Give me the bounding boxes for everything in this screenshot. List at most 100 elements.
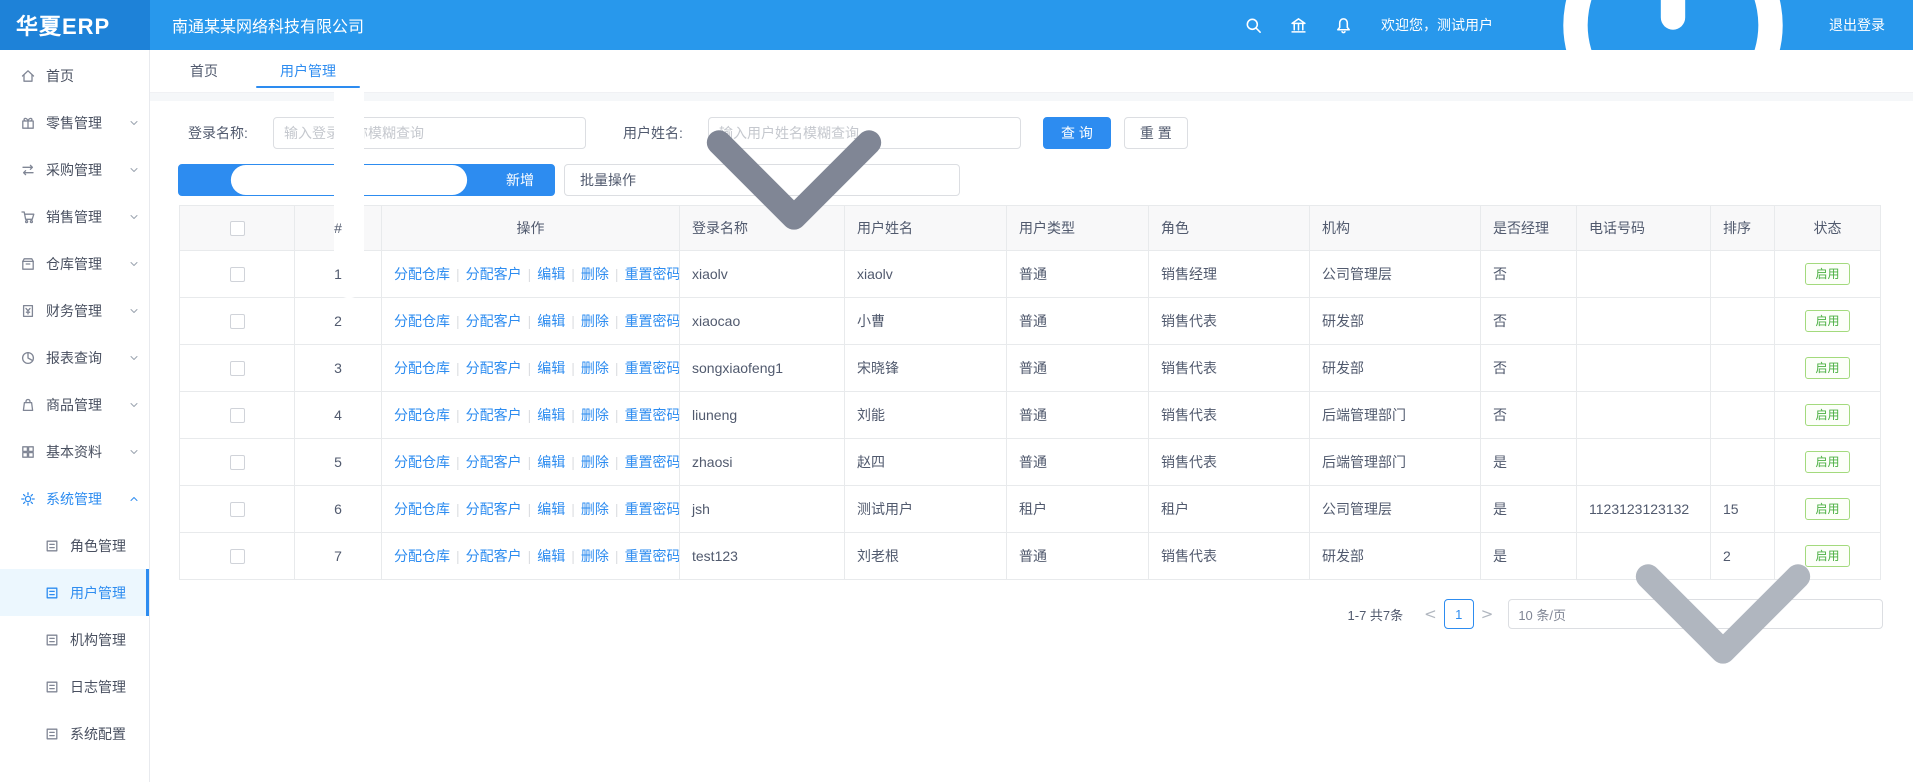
sidebar-item-label: 日志管理	[70, 677, 126, 697]
action-link-分配客户[interactable]: 分配客户	[466, 313, 522, 329]
cell-user-type: 租户	[1007, 486, 1149, 533]
row-checkbox[interactable]	[230, 455, 245, 470]
row-checkbox[interactable]	[230, 314, 245, 329]
action-link-重置密码[interactable]: 重置密码	[625, 501, 680, 517]
action-link-编辑[interactable]: 编辑	[537, 313, 565, 329]
action-link-分配仓库[interactable]: 分配仓库	[394, 548, 450, 564]
action-link-分配客户[interactable]: 分配客户	[466, 407, 522, 423]
action-link-重置密码[interactable]: 重置密码	[625, 360, 680, 376]
next-page-button[interactable]: >	[1474, 605, 1501, 623]
sidebar-item-label: 系统配置	[70, 724, 126, 744]
action-link-分配仓库[interactable]: 分配仓库	[394, 360, 450, 376]
sidebar-item-purchase[interactable]: 采购管理	[0, 146, 149, 193]
action-link-分配客户[interactable]: 分配客户	[466, 548, 522, 564]
action-link-分配客户[interactable]: 分配客户	[466, 360, 522, 376]
query-button[interactable]: 查 询	[1043, 117, 1111, 149]
cell-organization: 公司管理层	[1310, 486, 1481, 533]
row-checkbox[interactable]	[230, 361, 245, 376]
action-link-删除[interactable]: 删除	[581, 548, 609, 564]
select-all-checkbox[interactable]	[230, 221, 245, 236]
tab-home[interactable]: 首页	[182, 50, 226, 93]
sidebar-item-label: 仓库管理	[46, 254, 102, 274]
action-link-删除[interactable]: 删除	[581, 313, 609, 329]
row-actions: 分配仓库|分配客户|编辑|删除|重置密码	[382, 533, 680, 580]
sidebar-item-system[interactable]: 系统管理	[0, 475, 149, 522]
action-link-重置密码[interactable]: 重置密码	[625, 266, 680, 282]
sidebar-item-warehouse[interactable]: 仓库管理	[0, 240, 149, 287]
bell-icon[interactable]	[1334, 16, 1353, 35]
action-link-分配仓库[interactable]: 分配仓库	[394, 407, 450, 423]
cell-user-name: 测试用户	[845, 486, 1007, 533]
batch-operation-button[interactable]: 批量操作	[564, 164, 960, 196]
row-checkbox[interactable]	[230, 267, 245, 282]
add-button[interactable]: 新增	[178, 164, 555, 196]
tab-user-management[interactable]: 用户管理	[272, 50, 344, 93]
action-link-编辑[interactable]: 编辑	[537, 407, 565, 423]
cell-sort	[1711, 251, 1775, 298]
sidebar-item-sales[interactable]: 销售管理	[0, 193, 149, 240]
sidebar-item-label: 用户管理	[70, 583, 126, 603]
sidebar-item-reports[interactable]: 报表查询	[0, 334, 149, 381]
column-header: 排序	[1711, 206, 1775, 251]
current-page-button[interactable]: 1	[1444, 599, 1474, 629]
cell-user-name: 刘能	[845, 392, 1007, 439]
sidebar-item-role[interactable]: 角色管理	[0, 522, 149, 569]
action-link-删除[interactable]: 删除	[581, 501, 609, 517]
sidebar-item-goods[interactable]: 商品管理	[0, 381, 149, 428]
action-separator: |	[615, 454, 619, 470]
action-link-分配客户[interactable]: 分配客户	[466, 454, 522, 470]
sidebar-item-user[interactable]: 用户管理	[0, 569, 149, 616]
sidebar-item-home[interactable]: 首页	[0, 52, 149, 99]
sidebar-item-finance[interactable]: 财务管理	[0, 287, 149, 334]
row-actions: 分配仓库|分配客户|编辑|删除|重置密码	[382, 345, 680, 392]
cell-phone	[1577, 345, 1711, 392]
row-index: 3	[295, 345, 382, 392]
bank-icon[interactable]	[1289, 16, 1308, 35]
action-link-重置密码[interactable]: 重置密码	[625, 548, 680, 564]
reset-button[interactable]: 重 置	[1124, 117, 1188, 149]
sidebar-item-org[interactable]: 机构管理	[0, 616, 149, 663]
row-checkbox[interactable]	[230, 549, 245, 564]
row-checkbox[interactable]	[230, 408, 245, 423]
action-separator: |	[571, 407, 575, 423]
action-link-重置密码[interactable]: 重置密码	[625, 313, 680, 329]
cell-phone	[1577, 251, 1711, 298]
cell-is-manager: 否	[1481, 251, 1577, 298]
action-link-分配仓库[interactable]: 分配仓库	[394, 313, 450, 329]
prev-page-button[interactable]: <	[1417, 605, 1444, 623]
action-link-重置密码[interactable]: 重置密码	[625, 407, 680, 423]
cell-user-type: 普通	[1007, 345, 1149, 392]
page-size-select[interactable]: 10 条/页	[1508, 599, 1883, 629]
sidebar-item-label: 采购管理	[46, 160, 102, 180]
plus-icon	[199, 30, 506, 330]
sidebar-item-basic[interactable]: 基本资料	[0, 428, 149, 475]
action-link-编辑[interactable]: 编辑	[537, 501, 565, 517]
row-index: 4	[295, 392, 382, 439]
action-link-重置密码[interactable]: 重置密码	[625, 454, 680, 470]
action-link-分配仓库[interactable]: 分配仓库	[394, 501, 450, 517]
row-checkbox[interactable]	[230, 502, 245, 517]
action-link-删除[interactable]: 删除	[581, 360, 609, 376]
action-separator: |	[456, 360, 460, 376]
action-link-删除[interactable]: 删除	[581, 407, 609, 423]
action-link-分配仓库[interactable]: 分配仓库	[394, 266, 450, 282]
action-link-编辑[interactable]: 编辑	[537, 360, 565, 376]
cell-is-manager: 是	[1481, 486, 1577, 533]
sidebar-item-log[interactable]: 日志管理	[0, 663, 149, 710]
cell-role: 销售代表	[1149, 439, 1310, 486]
sidebar-item-retail[interactable]: 零售管理	[0, 99, 149, 146]
row-index: 7	[295, 533, 382, 580]
search-icon[interactable]	[1244, 16, 1263, 35]
action-link-分配客户[interactable]: 分配客户	[466, 266, 522, 282]
sidebar-item-config[interactable]: 系统配置	[0, 710, 149, 757]
action-link-编辑[interactable]: 编辑	[537, 454, 565, 470]
doc-icon	[44, 679, 60, 695]
cell-organization: 研发部	[1310, 345, 1481, 392]
action-link-分配仓库[interactable]: 分配仓库	[394, 454, 450, 470]
action-link-编辑[interactable]: 编辑	[537, 266, 565, 282]
action-link-分配客户[interactable]: 分配客户	[466, 501, 522, 517]
report-icon	[20, 350, 36, 366]
action-link-删除[interactable]: 删除	[581, 454, 609, 470]
action-link-编辑[interactable]: 编辑	[537, 548, 565, 564]
action-link-删除[interactable]: 删除	[581, 266, 609, 282]
